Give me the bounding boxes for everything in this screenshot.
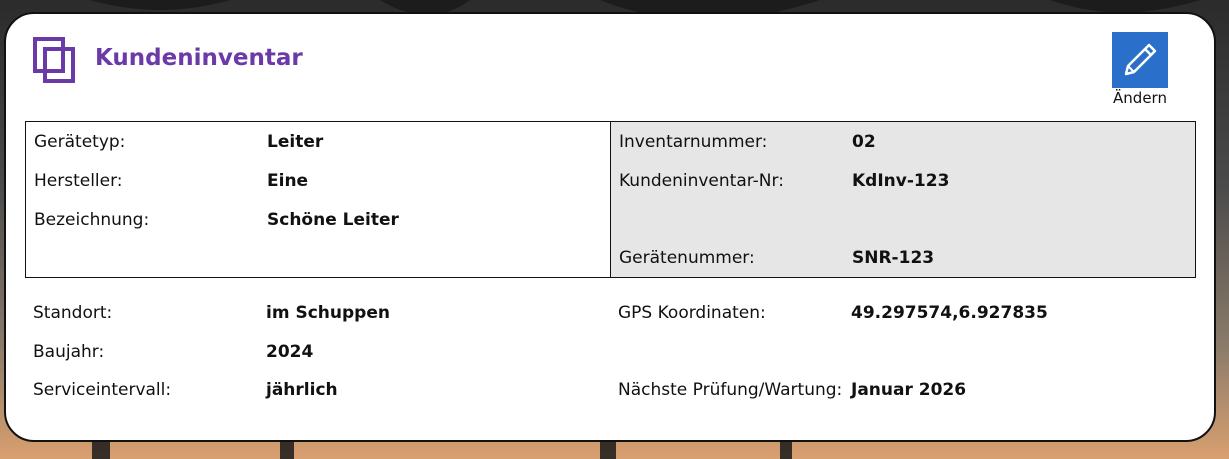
page-title: Kundeninventar — [95, 45, 303, 71]
location-label: Standort: — [33, 303, 113, 323]
designation-value: Schöne Leiter — [267, 210, 399, 230]
year-built-label: Baujahr: — [33, 342, 105, 362]
next-inspection-value: Januar 2026 — [851, 380, 967, 400]
device-number-value: SNR-123 — [852, 248, 935, 268]
inventory-number-label: Inventarnummer: — [619, 132, 768, 152]
device-info-left: Gerätetyp: Leiter Hersteller: Eine Bezei… — [26, 122, 611, 277]
device-info-box: Gerätetyp: Leiter Hersteller: Eine Bezei… — [25, 121, 1196, 278]
service-interval-value: jährlich — [266, 380, 338, 400]
designation-label: Bezeichnung: — [34, 210, 150, 230]
manufacturer-label: Hersteller: — [34, 171, 123, 191]
manufacturer-value: Eine — [267, 171, 309, 191]
customer-inventory-number-value: KdInv-123 — [852, 171, 950, 191]
gps-label: GPS Koordinaten: — [618, 303, 766, 323]
copy-icon — [32, 36, 78, 84]
device-type-label: Gerätetyp: — [34, 132, 126, 152]
edit-button-label[interactable]: Ändern — [1104, 89, 1176, 107]
year-built-value: 2024 — [266, 342, 314, 362]
location-value: im Schuppen — [266, 303, 390, 323]
device-info-right: Inventarnummer: 02 Kundeninventar-Nr: Kd… — [611, 122, 1195, 277]
device-number-label: Gerätenummer: — [619, 248, 755, 268]
gps-value: 49.297574,6.927835 — [851, 303, 1048, 323]
next-inspection-label: Nächste Prüfung/Wartung: — [618, 380, 843, 400]
edit-button[interactable] — [1112, 32, 1168, 88]
service-interval-label: Serviceintervall: — [33, 380, 172, 400]
inventory-number-value: 02 — [852, 132, 876, 152]
customer-inventory-number-label: Kundeninventar-Nr: — [619, 171, 784, 191]
inventory-card: Kundeninventar Ändern Gerätetyp: Leiter … — [4, 12, 1216, 442]
device-type-value: Leiter — [267, 132, 324, 152]
